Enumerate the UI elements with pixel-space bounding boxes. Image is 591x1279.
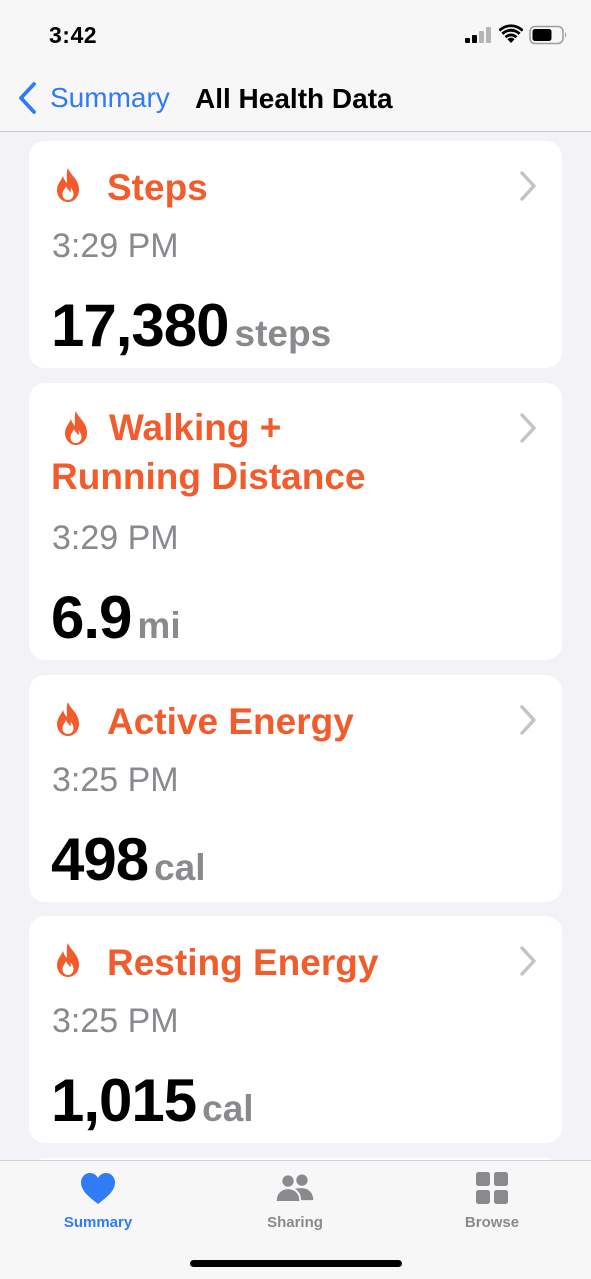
home-indicator[interactable] (190, 1260, 402, 1267)
card-value-row: 17,380 steps (51, 291, 331, 360)
card-timestamp: 3:25 PM (52, 761, 179, 799)
card-title: Active Energy (107, 701, 354, 742)
navigation-bar: Summary All Health Data (0, 66, 591, 132)
card-timestamp: 3:29 PM (52, 227, 179, 265)
card-value: 1,015 (51, 1067, 197, 1134)
card-value-row: 1,015 cal (51, 1066, 254, 1135)
card-timestamp: 3:29 PM (52, 519, 179, 557)
card-title-line-2: Running Distance (51, 456, 366, 497)
tab-label: Browse (464, 1214, 520, 1231)
status-time: 3:42 (49, 22, 98, 48)
back-label: Summary (50, 82, 170, 113)
card-title: Walking + Running Distance (51, 403, 451, 501)
card-value-row: 6.9 mi (51, 583, 181, 652)
back-button[interactable]: Summary (16, 78, 170, 118)
tab-sharing[interactable]: Sharing (235, 1171, 355, 1231)
flame-icon (57, 702, 79, 736)
card-header: Resting Energy (53, 938, 378, 987)
card-value-row: 498 cal (51, 825, 206, 894)
status-bar: 3:42 (0, 0, 591, 66)
card-title-line-1: Walking + (109, 407, 282, 448)
card-header: Active Energy (53, 697, 354, 746)
battery-icon (529, 25, 567, 45)
card-timestamp: 3:25 PM (52, 1002, 179, 1040)
card-unit: mi (137, 605, 181, 646)
page-title: All Health Data (195, 83, 393, 114)
chevron-right-icon (520, 946, 536, 976)
card-unit: steps (234, 313, 332, 354)
grid-icon (476, 1172, 508, 1204)
card-resting-energy[interactable]: Resting Energy 3:25 PM 1,015 cal (29, 916, 562, 1143)
people-icon (276, 1174, 314, 1202)
tab-browse[interactable]: Browse (432, 1171, 552, 1231)
card-value: 17,380 (51, 292, 230, 359)
card-unit: cal (154, 847, 206, 888)
health-app-screen: 3:42 Summary All Health Data Steps 3:29 … (0, 0, 591, 1279)
tab-summary[interactable]: Summary (38, 1171, 158, 1231)
card-value: 498 (51, 826, 149, 893)
chevron-right-icon (520, 171, 536, 201)
card-steps[interactable]: Steps 3:29 PM 17,380 steps (29, 141, 562, 368)
card-unit: cal (202, 1088, 254, 1129)
tab-label: Sharing (267, 1214, 323, 1231)
chevron-left-icon (19, 82, 36, 114)
card-header: Steps (53, 163, 208, 212)
wifi-icon (499, 24, 523, 43)
flame-icon (57, 943, 79, 977)
cellular-signal-icon (465, 27, 491, 43)
card-active-energy[interactable]: Active Energy 3:25 PM 498 cal (29, 675, 562, 902)
health-data-list: Steps 3:29 PM 17,380 steps Walking + Run… (0, 132, 591, 1160)
card-walking-running-distance[interactable]: Walking + Running Distance 3:29 PM 6.9 m… (29, 383, 562, 660)
chevron-right-icon (520, 413, 536, 443)
card-title: Steps (107, 167, 208, 208)
chevron-right-icon (520, 705, 536, 735)
card-title: Resting Energy (107, 942, 379, 983)
flame-icon (57, 168, 79, 202)
card-value: 6.9 (51, 584, 132, 651)
tab-label: Summary (63, 1214, 133, 1231)
heart-icon (81, 1173, 115, 1204)
